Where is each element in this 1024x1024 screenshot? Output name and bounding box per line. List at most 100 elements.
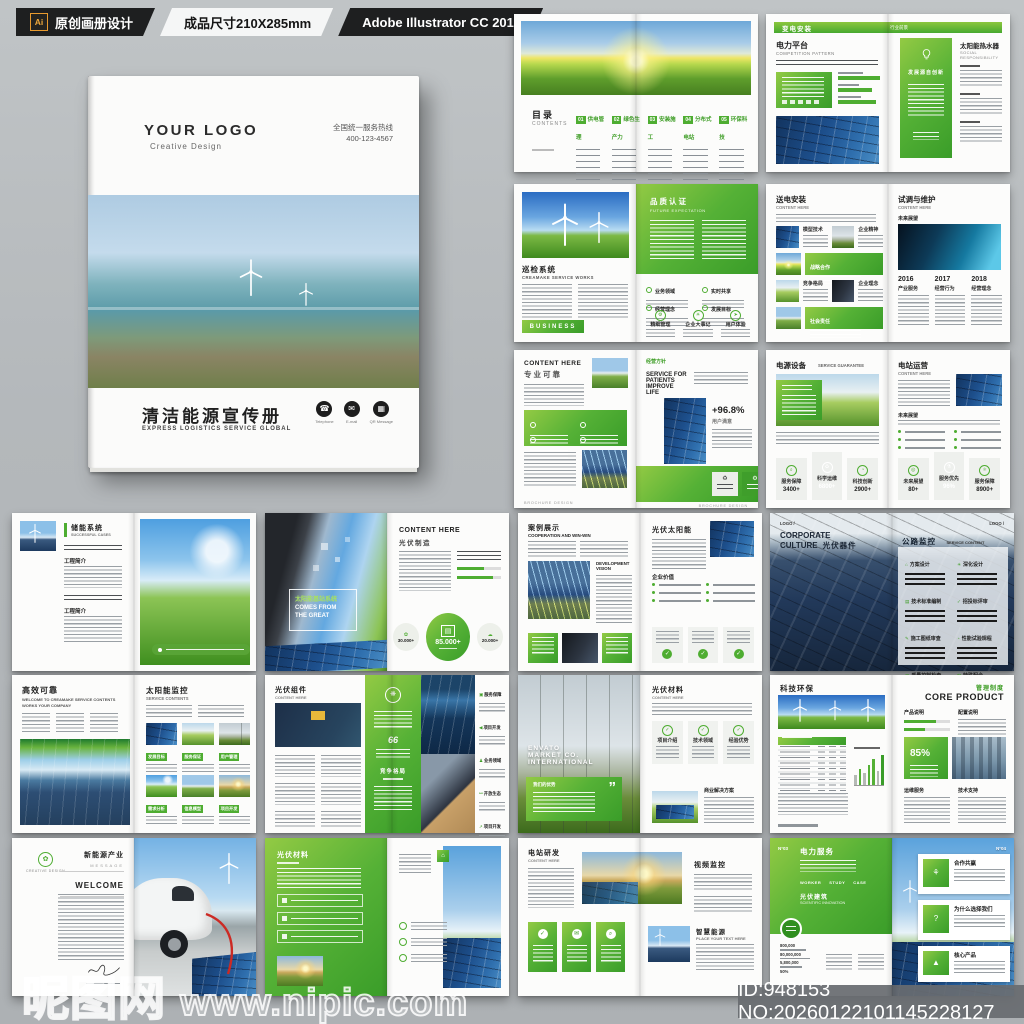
feature-row: ⚙ 精细管理 ☀ 企业大事记 ➤ 用户体验 (644, 310, 752, 337)
text-lines (528, 541, 576, 557)
photo-city-traffic (952, 737, 1006, 779)
toc-num: 01 (576, 116, 586, 124)
horizon-line (88, 307, 419, 310)
photo-rooftop-solar (421, 754, 475, 833)
cover-hotline-label: 全国统一服务热线 (333, 123, 393, 132)
card-row: ✓ ✓ ✓ (652, 627, 755, 663)
service-label: 方案设计 (909, 562, 930, 568)
stat-cards: ◎ 未来展望 80+ ⚗ 服务优先 96% ⚛ 服务保障 8900+ (898, 452, 1001, 500)
chat-icon: ✉ (571, 929, 582, 939)
overlay-line: COMES FROM (295, 605, 337, 611)
text-lines (957, 647, 998, 659)
logo-text: LOGO / (780, 521, 795, 526)
page-left: 科技环保 (770, 675, 892, 833)
photo-wind-solar-banner (778, 695, 885, 729)
photo-floating-solar (421, 675, 475, 754)
text-lines (858, 954, 884, 970)
check-icon: ✓ (698, 649, 708, 659)
circle-value: 20.000+ (481, 637, 499, 643)
text-lines (960, 98, 1002, 116)
section-label: 未来展望 (898, 216, 919, 222)
photo-green-meadow (140, 519, 250, 665)
flask-icon: ⚗ (943, 462, 955, 473)
text-lines (64, 616, 122, 642)
wind-turbine-icon (29, 523, 41, 543)
timeline: 2016 产业服务 2017 经营行为 2018 经营理念 (898, 276, 1003, 325)
photo-businessman-touch: 太阳能基站系统 COMES FROM THE GREAT (265, 513, 387, 671)
page-subtitle: CONTENT HERE (776, 205, 810, 210)
text-lines (776, 214, 876, 222)
toc-num: 03 (647, 116, 658, 124)
stat-block: +96.8% 用户满意 (712, 400, 752, 449)
car-wheel (160, 930, 188, 958)
spread-power-transmission: 送电安装 CONTENT HERE 模型技术 企业精神 战略合作 竞争格局 企业… (766, 184, 1010, 342)
target-icon: ◎ (907, 465, 919, 476)
page-left: 电力平台 COMPETITION PATTERN (766, 14, 888, 172)
text-lines (954, 915, 1005, 929)
page-subtitle: CONTENT HERE (898, 371, 932, 376)
text-lines (528, 868, 574, 908)
heading-en: CORE PRODUCT (924, 692, 1004, 702)
text-lines (720, 329, 751, 337)
toc-num: 05 (719, 116, 729, 124)
tile-green: ⚙ (742, 472, 758, 496)
side-label: 项目开发 (483, 725, 501, 730)
text-lines (957, 610, 998, 622)
welcome-heading: 新能源产业 MESSAGE WELCOME (60, 850, 124, 897)
text-lines (898, 380, 950, 406)
overlay-line: 太阳能基站系统 (295, 597, 338, 603)
text-lines (321, 755, 361, 777)
text-lines (656, 631, 679, 645)
user-icon: ♟ (479, 758, 484, 763)
wind-turbine-icon (654, 928, 666, 946)
stat-label: 服务保障 (781, 479, 802, 485)
tile-light: ♻ (712, 472, 738, 496)
text-lines (321, 783, 361, 805)
page-footer: BROCHURE DESIGN (524, 501, 574, 505)
data-table (778, 735, 846, 795)
page-title: 光伏材料 (652, 687, 684, 694)
presentation-icon: ▤ (440, 624, 456, 637)
stat-value: 6800+ (818, 484, 836, 490)
text-lines (479, 736, 505, 745)
logo-text: LOGO / (989, 521, 1004, 526)
feature-label: 精细管理 (650, 322, 671, 328)
config-block: 配置说明 (958, 709, 1006, 735)
text-lines (652, 539, 706, 569)
gear-icon: ⚙ (654, 310, 666, 321)
brochure-cover-mockup: YOUR LOGO Creative Design 全国统一服务热线 400-1… (88, 76, 419, 472)
photo-grid: 模型技术 企业精神 战略合作 竞争格局 企业理念 社会责任 (776, 226, 883, 338)
photo-solar-array (956, 374, 1002, 406)
divider (532, 149, 554, 151)
leaf-logo-icon: ✿ (38, 852, 54, 867)
page-title: 电站研发 (528, 850, 560, 857)
photo-sunrise-solar-road (582, 852, 682, 904)
outline-item (277, 912, 363, 925)
heading-kicker: MESSAGE (90, 863, 124, 868)
page-right: 发展源自创新 太阳能热水器 SOCIAL RESPONSIBILITY (888, 14, 1010, 172)
network-icon: ⚛ (979, 465, 991, 476)
text-lines (694, 896, 752, 912)
text-lines (958, 719, 1006, 735)
page-heading: 管理制度 CORE PRODUCT (925, 683, 1004, 702)
spread-energy-storage: 储能系统 SUCCESSFUL CASES 工程简介 工程简介 (12, 513, 256, 671)
page-number-tag: N°04 (995, 846, 1006, 851)
text-lines (64, 545, 122, 553)
tag: STUDY (829, 880, 846, 885)
wind-turbine-icon (219, 853, 239, 885)
product-progress: 产品说明 (904, 709, 950, 731)
check-icon: ✓ (697, 725, 709, 736)
check-icon: ✓ (661, 725, 673, 736)
spread-substation-install: 变电安装 行业前景 电力平台 COMPETITION PATTERN 发展源自创… (766, 14, 1010, 172)
spread-station-rd: 电站研发 CONTENT HERE ✓ ✉ ⌕ 视频监控 智慧能源 PLACE … (518, 838, 762, 996)
speaker-icon: ◀ (479, 725, 483, 730)
photo-thumb (218, 723, 250, 745)
timeline-year: 2018 (971, 276, 987, 283)
shield-icon: ▣ (479, 692, 484, 697)
header-bar: Ai 原创画册设计 成品尺寸210X285mm Adobe Illustrato… (16, 8, 543, 36)
sub-heading-en: SCIENTIFIC INNOVATION (800, 901, 846, 905)
stat-value: 5,800,000 (780, 960, 799, 966)
page-subtitle: SERVICE CONTENT (946, 540, 985, 545)
cover-contact-icons: ☎ Telephone ✉ E-mail ▦ QR Message (315, 398, 393, 424)
stat-label: 服务优先 (939, 476, 960, 482)
